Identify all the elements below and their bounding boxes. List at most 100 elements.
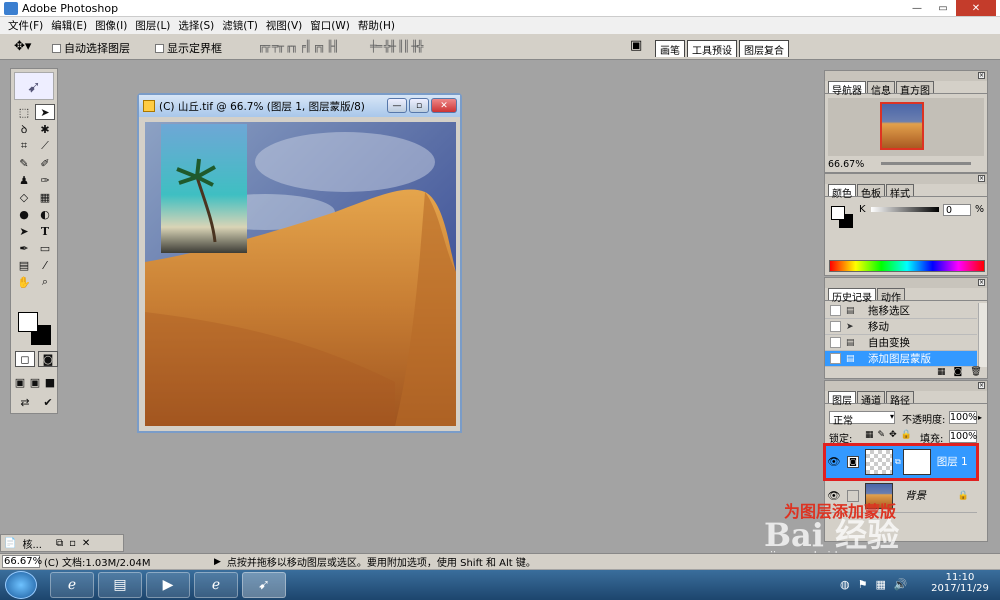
status-doc-info[interactable]: (C) 文档:1.03M/2.04M bbox=[44, 554, 204, 569]
jump-to-imageready-icon[interactable]: ⇄ bbox=[15, 394, 35, 410]
system-tray-icons[interactable]: ◍ ⚑ ▦ 🔊 bbox=[840, 578, 908, 591]
gradient-icon[interactable]: ▦ bbox=[35, 189, 55, 205]
panel-close-icon[interactable]: × bbox=[978, 72, 985, 79]
doc-close-icon[interactable]: ✕ bbox=[431, 98, 457, 113]
magic-wand-icon[interactable]: ✱ bbox=[35, 121, 55, 137]
move-icon[interactable]: ➤ bbox=[35, 104, 55, 120]
dodge-icon[interactable]: ◐ bbox=[35, 206, 55, 222]
menu-view[interactable]: 视图(V) bbox=[262, 18, 306, 33]
menu-select[interactable]: 选择(S) bbox=[174, 18, 218, 33]
tab-info[interactable]: 信息 bbox=[867, 81, 895, 97]
color-fg-swatch[interactable] bbox=[831, 206, 845, 220]
hand-icon[interactable]: ✋ bbox=[14, 274, 34, 290]
media-player-icon[interactable]: ▶ bbox=[146, 572, 190, 598]
blend-mode-select[interactable]: 正常 ▾ bbox=[829, 411, 895, 427]
zoom-icon[interactable]: ⌕ bbox=[35, 274, 55, 290]
layer-name[interactable]: 图层 1 bbox=[937, 454, 968, 469]
notes-icon[interactable]: ▤ bbox=[14, 257, 34, 273]
history-checkbox[interactable] bbox=[830, 321, 841, 332]
blur-icon[interactable]: ● bbox=[14, 206, 34, 222]
volume-icon[interactable]: 🔊 bbox=[894, 578, 908, 591]
eraser-icon[interactable]: ◇ bbox=[14, 189, 34, 205]
panel-close-icon[interactable]: × bbox=[978, 175, 985, 182]
screen-mode-standard-icon[interactable]: ▣ bbox=[13, 374, 27, 390]
history-checkbox[interactable] bbox=[830, 305, 841, 316]
quick-mask-icon[interactable]: ◙ bbox=[38, 351, 58, 367]
history-brush-icon[interactable]: ✑ bbox=[35, 172, 55, 188]
eyedropper-icon[interactable]: ⁄ bbox=[35, 257, 55, 273]
opacity-field[interactable]: 100% bbox=[949, 411, 977, 424]
history-item[interactable]: ▤ 拖移选区 bbox=[825, 303, 977, 319]
navigator-view-box[interactable] bbox=[880, 102, 924, 150]
menu-image[interactable]: 图像(I) bbox=[91, 18, 131, 33]
shape-icon[interactable]: ▭ bbox=[35, 240, 55, 256]
distribute-icons[interactable]: ╪═ ╬╫ ║║ ╫╬ bbox=[370, 40, 423, 53]
image-canvas[interactable] bbox=[145, 122, 456, 426]
slice-icon[interactable]: ⟋ bbox=[35, 138, 55, 154]
lock-position-icon[interactable]: ✥ bbox=[889, 430, 897, 440]
snapshot-icon[interactable]: ◙ bbox=[954, 367, 963, 377]
ie-icon[interactable]: ℯ bbox=[50, 572, 94, 598]
move-tool-icon[interactable]: ✥▾ bbox=[14, 39, 31, 54]
color-k-slider[interactable] bbox=[871, 207, 939, 212]
tab-swatches[interactable]: 色板 bbox=[857, 184, 885, 200]
ie-icon[interactable]: ℯ bbox=[194, 572, 238, 598]
navigator-zoom-slider[interactable] bbox=[881, 162, 971, 165]
screen-mode-full-menu-icon[interactable]: ▣ bbox=[28, 374, 42, 390]
lasso-icon[interactable]: ꝺ bbox=[14, 121, 34, 137]
history-checkbox[interactable] bbox=[830, 353, 841, 364]
close-doc-icon[interactable]: ✕ bbox=[82, 538, 90, 549]
minimize-icon[interactable]: — bbox=[904, 0, 930, 16]
menu-window[interactable]: 窗口(W) bbox=[306, 18, 354, 33]
menu-filter[interactable]: 滤镜(T) bbox=[218, 18, 262, 33]
navigator-zoom[interactable]: 66.67% bbox=[828, 159, 864, 170]
tab-layers[interactable]: 图层 bbox=[828, 391, 856, 407]
pen-icon[interactable]: ✒ bbox=[14, 240, 34, 256]
healing-icon[interactable]: ✎ bbox=[14, 155, 34, 171]
layer-mask-link-icon[interactable]: ◙ bbox=[847, 455, 859, 468]
history-item[interactable]: ▤ 自由变换 bbox=[825, 335, 977, 351]
navigator-preview[interactable] bbox=[828, 98, 984, 156]
fill-field[interactable]: 100% bbox=[949, 430, 977, 443]
tab-layer-comps[interactable]: 图层复合 bbox=[739, 40, 789, 57]
tab-color[interactable]: 颜色 bbox=[828, 184, 856, 200]
color-value-field[interactable]: 0 bbox=[943, 204, 971, 216]
menu-file[interactable]: 文件(F) bbox=[4, 18, 47, 33]
flag-icon[interactable]: ⚑ bbox=[858, 578, 868, 591]
lock-transparency-icon[interactable]: ▦ bbox=[865, 430, 874, 440]
align-icons[interactable]: ╔╦ ╤╥ ╓╖ ╒║ ╔╗ ╟╢ bbox=[258, 40, 339, 53]
new-document-icon[interactable]: ▦ bbox=[937, 367, 946, 377]
menu-edit[interactable]: 编辑(E) bbox=[47, 18, 91, 33]
foreground-color-swatch[interactable] bbox=[18, 312, 38, 332]
brush-icon[interactable]: ✐ bbox=[35, 155, 55, 171]
restore-doc-icon[interactable]: ⧉ bbox=[56, 538, 63, 549]
status-zoom[interactable]: 66.67% bbox=[2, 555, 42, 568]
clock[interactable]: 11:10 2017/11/29 bbox=[930, 572, 990, 594]
opacity-arrow-icon[interactable]: ▸ bbox=[978, 413, 982, 422]
network-icon[interactable]: ▦ bbox=[875, 578, 885, 591]
tab-paths[interactable]: 路径 bbox=[886, 391, 914, 407]
maximize-doc-icon[interactable]: ▫ bbox=[69, 538, 76, 549]
tab-histogram[interactable]: 直方图 bbox=[896, 81, 934, 97]
type-icon[interactable]: T bbox=[35, 223, 55, 239]
auto-select-checkbox[interactable]: 自动选择图层 bbox=[52, 40, 130, 56]
layer-mask-thumbnail[interactable] bbox=[902, 448, 931, 475]
photoshop-task-icon[interactable]: ➹ bbox=[242, 572, 286, 598]
trash-icon[interactable]: 🗑 bbox=[970, 367, 981, 377]
path-select-icon[interactable]: ➤ bbox=[14, 223, 34, 239]
restore-icon[interactable]: ▭ bbox=[930, 0, 956, 16]
crop-icon[interactable]: ⌗ bbox=[14, 138, 34, 154]
close-icon[interactable]: ✕ bbox=[956, 0, 996, 16]
doc-minimize-icon[interactable]: — bbox=[387, 98, 407, 113]
color-spectrum-bar[interactable] bbox=[829, 260, 985, 272]
history-scrollbar[interactable] bbox=[978, 303, 987, 367]
layer-row-selected[interactable]: 👁 ◙ ⧉ 图层 1 bbox=[823, 443, 979, 481]
eye-icon[interactable]: 👁 bbox=[827, 455, 841, 468]
explorer-icon[interactable]: ▤ bbox=[98, 572, 142, 598]
tab-tool-presets[interactable]: 工具预设 bbox=[687, 40, 737, 57]
tab-history[interactable]: 历史记录 bbox=[828, 288, 876, 304]
menu-help[interactable]: 帮助(H) bbox=[354, 18, 399, 33]
lock-all-icon[interactable]: 🔒 bbox=[901, 430, 912, 440]
history-checkbox[interactable] bbox=[830, 337, 841, 348]
feather-logo-icon[interactable]: ➹ bbox=[14, 72, 54, 100]
